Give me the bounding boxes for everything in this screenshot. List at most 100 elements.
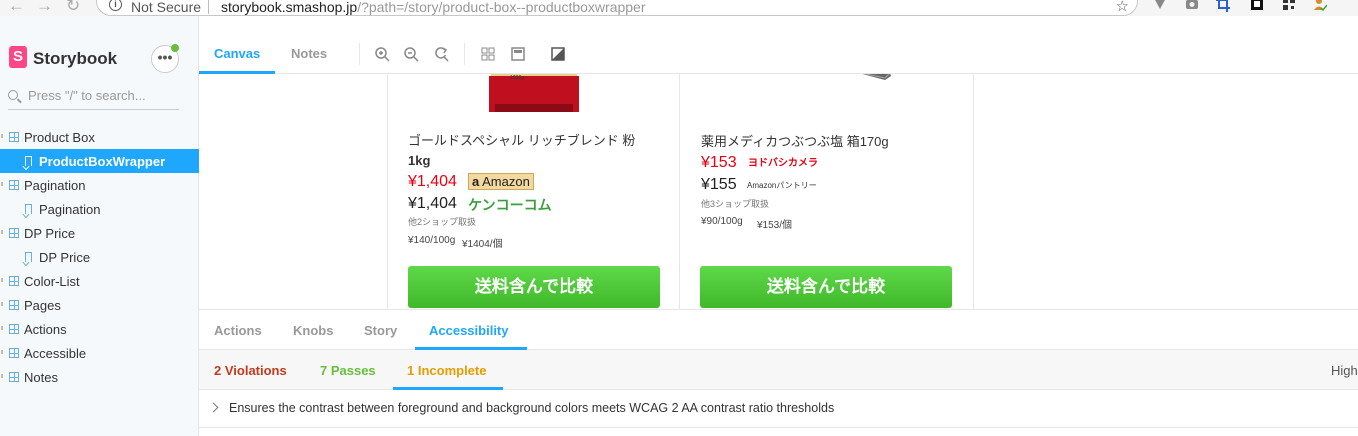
product-name-line: ゴールドスペシャル リッチブレンド 粉 [408, 133, 636, 148]
back-icon[interactable]: ← [8, 0, 25, 16]
reload-icon[interactable]: ↻ [66, 0, 80, 16]
preview-toolbar: Canvas Notes [199, 33, 1358, 74]
tab-notes[interactable]: Notes [291, 46, 327, 61]
package-label: 1000g [510, 75, 524, 81]
tab-passes[interactable]: 7 Passes [320, 363, 376, 378]
update-badge [171, 44, 179, 52]
shop-logo-amazon[interactable]: a Amazon [468, 173, 534, 190]
shop-logo-yodobashi[interactable]: ヨドバシカメラ [746, 156, 820, 171]
url-host: storybook.smashop.jp [221, 0, 358, 15]
a11y-result-tabs: 2 Violations 7 Passes 1 Incomplete Highl [199, 350, 1358, 390]
story-bookmark-icon [25, 252, 32, 262]
component-icon [9, 372, 19, 382]
best-price: ¥1,404 [408, 173, 457, 190]
security-label: Not Secure [131, 0, 202, 15]
zoom-in-icon[interactable] [374, 46, 390, 62]
sidebar-item-pagination-story[interactable]: Pagination [0, 197, 199, 221]
component-icon [9, 276, 19, 286]
component-icon [9, 300, 19, 310]
url-text: storybook.smashop.jp/?path=/story/produc… [221, 0, 646, 15]
sidebar-item-label: Actions [24, 322, 67, 337]
unit-price: ¥140/100g [408, 235, 456, 246]
sidebar-item-label: Notes [24, 370, 58, 385]
sidebar-item-dp-price-story[interactable]: DP Price [0, 245, 199, 269]
tab-story[interactable]: Story [364, 323, 397, 338]
app-title: Storybook [33, 49, 118, 68]
sidebar-item-label: Pagination [24, 178, 86, 193]
sidebar-item-actions[interactable]: Actions [0, 317, 199, 341]
a11y-rule-description: Ensures the contrast between foreground … [229, 401, 835, 415]
chevron-right-icon[interactable] [208, 402, 219, 413]
product-card: 薬用メディカつぶつぶ塩 箱170g ¥153 ヨドバシカメラ ¥155 Amaz… [679, 74, 974, 309]
sidebar-item-label: Color-List [24, 274, 80, 289]
forward-icon[interactable]: → [36, 0, 53, 16]
extension-crop-icon[interactable] [1216, 0, 1230, 12]
url-input[interactable]: i Not Secure storybook.smashop.jp/?path=… [96, 0, 1138, 16]
sidebar-item-product-box[interactable]: Product Box [0, 125, 199, 149]
bookmark-star-icon[interactable]: ☆ [1116, 0, 1129, 15]
tab-incomplete[interactable]: 1 Incomplete [407, 363, 486, 378]
a11y-rule-row[interactable]: Ensures the contrast between foreground … [199, 390, 1358, 428]
sidebar-item-dp-price[interactable]: DP Price [0, 221, 199, 245]
extension-vpn-icon[interactable] [1153, 0, 1167, 12]
other-shops-count[interactable]: 他3ショップ取扱 [701, 197, 769, 210]
expand-caret-icon [1, 374, 3, 378]
zoom-out-icon[interactable] [403, 46, 419, 62]
toolbar-divider [464, 43, 465, 65]
background-icon[interactable] [510, 46, 526, 62]
product-name[interactable]: 薬用メディカつぶつぶ塩 箱170g [701, 132, 971, 152]
second-price: ¥1,404 [408, 195, 457, 212]
info-icon[interactable]: i [109, 0, 122, 11]
second-price: ¥155 [701, 176, 737, 193]
sidebar-item-productboxwrapper[interactable]: ProductBoxWrapper [0, 149, 199, 173]
product-card: 1000g ゴールドスペシャル リッチブレンド 粉 1kg ¥1,404 a A… [387, 74, 680, 309]
shop-logo-amazon-pantry[interactable]: Amazonパントリー [747, 180, 817, 191]
component-icon [9, 324, 19, 334]
expand-caret-icon [1, 278, 3, 282]
search-field[interactable] [8, 88, 179, 110]
tab-violations[interactable]: 2 Violations [214, 363, 287, 378]
grid-icon[interactable] [480, 46, 496, 62]
compare-shipping-button[interactable]: 送料含んで比較 [408, 266, 660, 308]
tab-canvas[interactable]: Canvas [214, 46, 260, 61]
unit-price-each: ¥1404/個 [462, 239, 503, 250]
shop-logo-kenkocom[interactable]: ケンコーコム [468, 195, 552, 215]
product-name-size: 1kg [408, 153, 431, 168]
sidebar-item-color-list[interactable]: Color-List [0, 269, 199, 293]
extension-square-icon[interactable] [1250, 0, 1264, 12]
component-icon [9, 348, 19, 358]
search-input[interactable] [28, 88, 178, 103]
component-icon [9, 132, 19, 142]
extension-user-check-icon[interactable] [1313, 0, 1327, 12]
url-divider [208, 0, 209, 14]
sidebar-item-accessible[interactable]: Accessible [0, 341, 199, 365]
contrast-icon[interactable] [550, 46, 566, 62]
sidebar-item-notes[interactable]: Notes [0, 365, 199, 389]
tab-knobs[interactable]: Knobs [293, 323, 333, 338]
compare-shipping-button[interactable]: 送料含んで比較 [700, 266, 952, 308]
browser-address-bar: ← → ↻ i Not Secure storybook.smashop.jp/… [0, 0, 1358, 16]
product-image-salt [862, 74, 891, 80]
other-shops-count[interactable]: 他2ショップ取扱 [408, 215, 476, 228]
component-icon [9, 180, 19, 190]
tab-accessibility[interactable]: Accessibility [429, 323, 509, 338]
product-name[interactable]: ゴールドスペシャル リッチブレンド 粉 1kg [408, 131, 668, 171]
sidebar: S Storybook ••• Product Box ProductBoxWr… [0, 16, 199, 436]
expand-caret-icon [1, 182, 3, 186]
highlight-results-toggle[interactable]: Highl [1331, 363, 1358, 378]
component-icon [9, 228, 19, 238]
sidebar-item-pages[interactable]: Pages [0, 293, 199, 317]
tab-actions[interactable]: Actions [214, 323, 262, 338]
extension-qr-icon[interactable] [1282, 0, 1296, 12]
url-path: /?path=/story/product-box--productboxwra… [357, 0, 646, 15]
addon-tabs: Actions Knobs Story Accessibility [199, 310, 1358, 350]
expand-caret-icon [1, 302, 3, 306]
search-icon [8, 90, 18, 100]
product-name-line: 薬用メディカつぶつぶ塩 箱170g [701, 134, 889, 149]
best-price: ¥153 [701, 154, 737, 171]
zoom-reset-icon[interactable] [433, 46, 449, 62]
story-bookmark-icon [25, 156, 32, 166]
sidebar-item-pagination[interactable]: Pagination [0, 173, 199, 197]
sidebar-item-label: Accessible [24, 346, 87, 361]
extension-camera-icon[interactable] [1185, 0, 1199, 12]
